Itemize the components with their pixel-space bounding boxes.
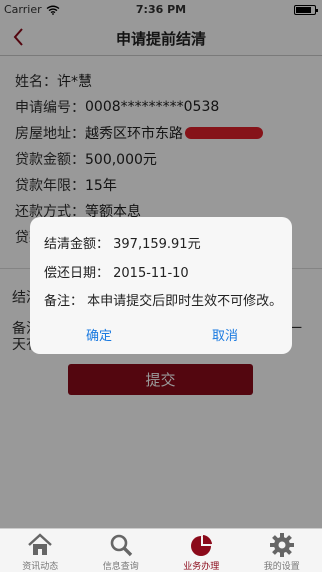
cancel-button[interactable]: 取消 — [212, 325, 238, 344]
tab-business[interactable]: 业务办理 — [161, 529, 242, 572]
tab-news[interactable]: 资讯动态 — [0, 529, 81, 572]
dialog-note-line: 备注： 本申请提交后即时生效不可修改。 — [44, 294, 283, 309]
tab-query[interactable]: 信息查询 — [81, 529, 162, 572]
home-icon — [28, 533, 53, 555]
settlement-dialog: 结清金额： 397,159.91元 偿还日期： 2015-11-10 备注： 本… — [30, 217, 292, 354]
dialog-date-line: 偿还日期： 2015-11-10 — [44, 266, 189, 281]
pie-chart-icon — [191, 535, 213, 556]
tab-bar: 资讯动态 信息查询 业务办理 我的设置 — [0, 528, 322, 572]
tab-news-label: 资讯动态 — [22, 562, 59, 572]
dialog-amount-line: 结清金额： 397,159.91元 — [44, 237, 201, 252]
tab-business-label: 业务办理 — [183, 562, 220, 572]
tab-settings[interactable]: 我的设置 — [242, 529, 322, 572]
tab-settings-label: 我的设置 — [263, 562, 300, 572]
confirm-button[interactable]: 确定 — [86, 325, 112, 344]
tab-query-label: 信息查询 — [102, 562, 139, 572]
search-icon — [110, 534, 132, 557]
gear-icon — [269, 533, 294, 557]
